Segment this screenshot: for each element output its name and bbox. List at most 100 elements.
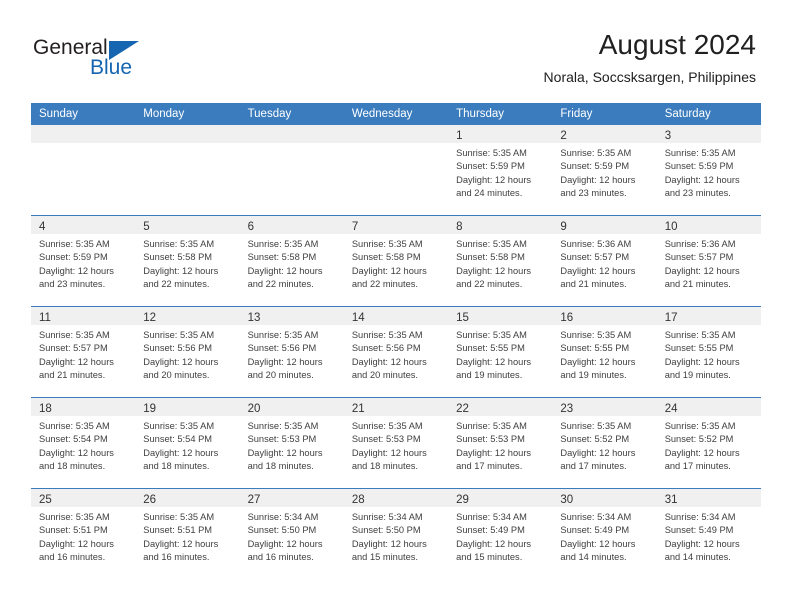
sunrise-text: Sunrise: 5:35 AM [39,330,110,340]
daylight-text-line2: and 21 minutes. [560,279,627,290]
calendar-day-cell[interactable]: 1 Sunrise: 5:35 AM Sunset: 5:59 PM Daylight… [448,125,553,216]
day-number: 24 [664,403,678,415]
day-cell-details: Sunrise: 5:35 AM Sunset: 5:59 PM Daylight:… [448,143,552,201]
calendar-day-cell[interactable]: 13 Sunrise: 5:35 AM Sunset: 5:56 PM Dayligh… [239,306,344,398]
daylight-text-line1: Daylight: 12 hours [560,447,636,458]
calendar-day-cell[interactable]: 26 Sunrise: 5:35 AM Sunset: 5:51 PM Dayligh… [135,488,240,579]
sunrise-text: Sunrise: 5:35 AM [143,421,215,431]
day-number: 28 [351,494,365,506]
daylight-text-line2: and 22 minutes. [143,279,210,290]
calendar-day-cell[interactable]: 5 Sunrise: 5:35 AM Sunset: 5:58 PM Daylight… [135,215,240,307]
sunrise-text: Sunrise: 5:36 AM [664,239,736,249]
calendar-day-cell[interactable]: 30 Sunrise: 5:34 AM Sunset: 5:49 PM Dayligh… [552,488,657,579]
daylight-text-line2: and 16 minutes. [39,552,106,563]
daylight-text-line1: Daylight: 12 hours [351,356,427,367]
day-number-band: 30 [552,489,657,507]
calendar-day-cell[interactable]: 15 Sunrise: 5:35 AM Sunset: 5:55 PM Dayligh… [448,306,553,398]
day-number: 5 [143,221,150,233]
sunrise-text: Sunrise: 5:35 AM [247,330,319,340]
daylight-text-line1: Daylight: 12 hours [143,356,219,367]
day-cell-details: Sunrise: 5:35 AM Sunset: 5:54 PM Daylight:… [31,416,135,474]
day-number-band: 17 [656,307,761,325]
day-number: 3 [664,130,672,142]
day-cell-details: Sunrise: 5:35 AM Sunset: 5:56 PM Daylight:… [344,325,448,383]
day-cell-details: Sunrise: 5:34 AM Sunset: 5:50 PM Daylight:… [344,507,448,565]
sunset-text: Sunset: 5:53 PM [456,434,525,445]
calendar-day-cell[interactable]: 17 Sunrise: 5:35 AM Sunset: 5:55 PM Dayligh… [656,306,761,398]
daylight-text-line1: Daylight: 12 hours [560,174,636,185]
title-block: August 2024 Norala, Soccsksargen, Philip… [544,28,756,87]
day-number-band: 1 [448,125,553,143]
calendar-day-cell[interactable]: 31 Sunrise: 5:34 AM Sunset: 5:49 PM Dayligh… [656,488,761,579]
sunrise-text: Sunrise: 5:36 AM [560,239,632,249]
calendar-day-cell[interactable]: 9 Sunrise: 5:36 AM Sunset: 5:57 PM Daylight… [552,215,657,307]
day-number: 27 [247,494,261,506]
day-cell-details: Sunrise: 5:35 AM Sunset: 5:51 PM Daylight:… [31,507,135,565]
daylight-text-line2: and 19 minutes. [456,370,523,381]
daylight-text-line2: and 18 minutes. [351,461,418,472]
calendar-day-cell[interactable]: 12 Sunrise: 5:35 AM Sunset: 5:56 PM Dayligh… [135,306,240,398]
daylight-text-line1: Daylight: 12 hours [664,538,740,549]
calendar-day-cell[interactable]: 23 Sunrise: 5:35 AM Sunset: 5:52 PM Dayligh… [552,397,657,489]
daylight-text-line2: and 22 minutes. [247,279,314,290]
day-number-band [239,125,344,143]
daylight-text-line1: Daylight: 12 hours [351,265,427,276]
daylight-text-line1: Daylight: 12 hours [456,447,532,458]
calendar-day-cell[interactable]: 4 Sunrise: 5:35 AM Sunset: 5:59 PM Daylight… [31,215,136,307]
daylight-text-line2: and 23 minutes. [664,188,731,199]
calendar-day-cell[interactable]: 2 Sunrise: 5:35 AM Sunset: 5:59 PM Daylight… [552,125,657,216]
logo-text-blue: Blue [90,56,133,79]
calendar-day-cell[interactable]: 8 Sunrise: 5:35 AM Sunset: 5:58 PM Daylight… [448,215,553,307]
daylight-text-line2: and 17 minutes. [456,461,523,472]
calendar-day-cell[interactable]: 28 Sunrise: 5:34 AM Sunset: 5:50 PM Dayligh… [343,488,449,579]
sunset-text: Sunset: 5:59 PM [39,252,108,263]
daylight-text-line2: and 18 minutes. [247,461,314,472]
day-number: 18 [39,403,52,415]
day-cell-details: Sunrise: 5:35 AM Sunset: 5:58 PM Daylight:… [135,234,239,292]
day-number: 7 [351,221,359,233]
day-number-band: 18 [31,398,136,416]
day-number-band: 19 [135,398,240,416]
sunrise-text: Sunrise: 5:34 AM [247,512,319,522]
day-number: 23 [560,403,574,415]
calendar-day-cell[interactable]: 21 Sunrise: 5:35 AM Sunset: 5:53 PM Dayligh… [343,397,449,489]
daylight-text-line2: and 21 minutes. [664,279,731,290]
calendar-day-cell[interactable]: 3 Sunrise: 5:35 AM Sunset: 5:59 PM Daylight… [656,125,761,216]
day-number-band [343,125,449,143]
daylight-text-line2: and 22 minutes. [351,279,418,290]
daylight-text-line1: Daylight: 12 hours [456,356,532,367]
sunrise-text: Sunrise: 5:35 AM [456,421,527,431]
day-cell-details: Sunrise: 5:36 AM Sunset: 5:57 PM Daylight:… [657,234,761,292]
calendar-day-cell[interactable]: 24 Sunrise: 5:35 AM Sunset: 5:52 PM Dayligh… [656,397,761,489]
day-number-band: 20 [239,398,344,416]
calendar-day-cell[interactable]: 29 Sunrise: 5:34 AM Sunset: 5:49 PM Dayligh… [448,488,553,579]
calendar-day-cell[interactable]: 14 Sunrise: 5:35 AM Sunset: 5:56 PM Dayligh… [343,306,449,398]
calendar-day-cell[interactable]: 16 Sunrise: 5:35 AM Sunset: 5:55 PM Dayligh… [552,306,657,398]
day-number-band: 9 [552,216,657,234]
daylight-text-line1: Daylight: 12 hours [664,174,740,185]
calendar-day-cell[interactable]: 7 Sunrise: 5:35 AM Sunset: 5:58 PM Daylight… [343,215,449,307]
calendar-day-cell[interactable]: 27 Sunrise: 5:34 AM Sunset: 5:50 PM Dayligh… [239,488,344,579]
sunset-text: Sunset: 5:57 PM [664,252,734,263]
day-number-band: 7 [343,216,449,234]
day-cell-details: Sunrise: 5:35 AM Sunset: 5:59 PM Daylight:… [657,143,761,201]
calendar-day-cell[interactable]: 18 Sunrise: 5:35 AM Sunset: 5:54 PM Dayligh… [31,397,136,489]
day-cell-details: Sunrise: 5:35 AM Sunset: 5:52 PM Daylight:… [657,416,761,474]
sunset-text: Sunset: 5:58 PM [247,252,317,263]
calendar-day-cell[interactable]: 20 Sunrise: 5:35 AM Sunset: 5:53 PM Dayligh… [239,397,344,489]
calendar-week-row: 4 Sunrise: 5:35 AM Sunset: 5:59 PM Daylight… [31,215,761,307]
calendar-day-cell[interactable]: 10 Sunrise: 5:36 AM Sunset: 5:57 PM Dayligh… [656,215,761,307]
calendar-grid: Sunday Monday Tuesday Wednesday Thursday… [31,103,761,579]
general-blue-logo[interactable]: General Blue [33,36,233,86]
day-number-band: 14 [343,307,449,325]
calendar-day-cell[interactable]: 6 Sunrise: 5:35 AM Sunset: 5:58 PM Daylight… [239,215,344,307]
daylight-text-line1: Daylight: 12 hours [560,265,636,276]
calendar-day-cell[interactable]: 22 Sunrise: 5:35 AM Sunset: 5:53 PM Dayligh… [448,397,553,489]
calendar-day-cell[interactable]: 25 Sunrise: 5:35 AM Sunset: 5:51 PM Dayligh… [31,488,136,579]
day-number: 19 [143,403,157,415]
sunrise-text: Sunrise: 5:35 AM [143,239,215,249]
day-number-band: 21 [343,398,449,416]
calendar-day-cell[interactable]: 19 Sunrise: 5:35 AM Sunset: 5:54 PM Dayligh… [135,397,240,489]
sunset-text: Sunset: 5:52 PM [560,434,630,445]
calendar-day-cell[interactable]: 11 Sunrise: 5:35 AM Sunset: 5:57 PM Dayligh… [31,306,136,398]
